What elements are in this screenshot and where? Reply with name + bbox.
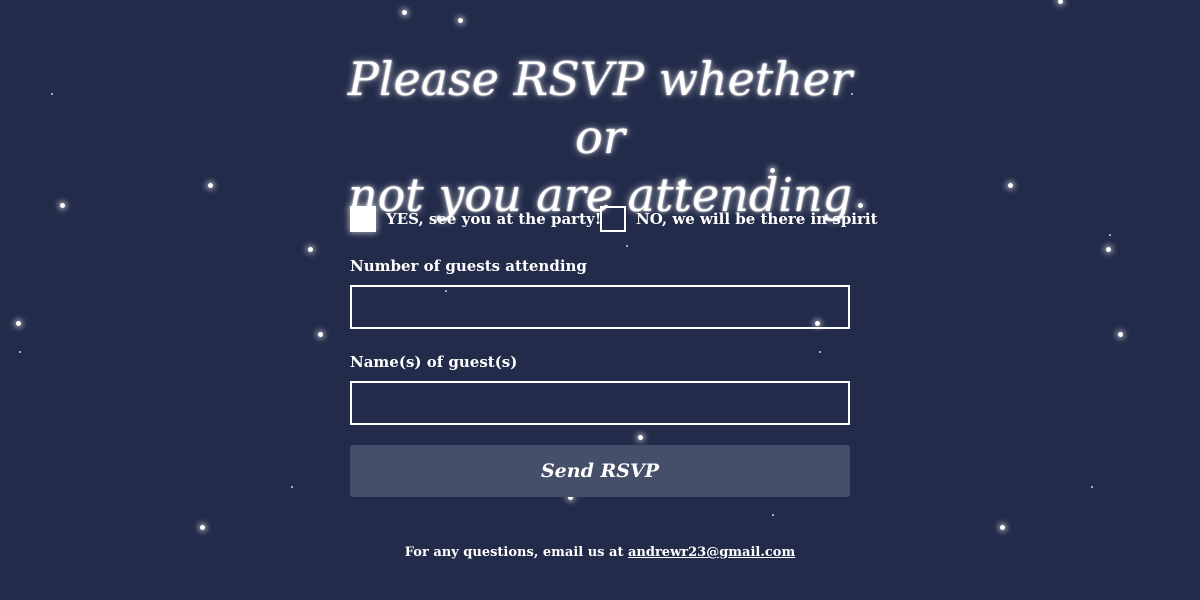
star [1106,247,1111,252]
no-checkbox[interactable] [600,206,626,232]
star [19,351,21,353]
guest-names-input[interactable] [350,381,850,425]
heading-line-1: Please RSVP whether or [347,52,853,164]
guests-count-label: Number of guests attending [350,257,587,275]
star [308,247,313,252]
star [200,525,205,530]
star [1058,0,1063,4]
guest-names-label: Name(s) of guest(s) [350,353,518,371]
star [772,514,774,516]
star [1118,332,1123,337]
yes-checkbox[interactable] [350,206,376,232]
star [51,93,53,95]
footer-text: For any questions, email us at [404,545,628,560]
yes-option[interactable]: YES, see you at the party! [350,206,601,232]
attendance-options: YES, see you at the party! NO, we will b… [350,206,878,234]
rsvp-heading: Please RSVP whether or not you are atten… [330,50,870,224]
star [402,10,407,15]
star [1008,183,1013,188]
star [291,486,293,488]
star [1000,525,1005,530]
star [1109,234,1111,236]
yes-label: YES, see you at the party! [386,210,602,228]
star [60,203,65,208]
star [638,435,643,440]
star [458,18,463,23]
footer-contact: For any questions, email us at andrewr23… [0,545,1200,560]
star [318,332,323,337]
star [208,183,213,188]
guests-count-input[interactable] [350,285,850,329]
send-rsvp-button[interactable]: Send RSVP [350,445,850,497]
star [1091,486,1093,488]
star [16,321,21,326]
star [819,351,821,353]
no-label: NO, we will be there in spirit [636,210,878,228]
star [626,245,628,247]
no-option[interactable]: NO, we will be there in spirit [600,206,878,232]
contact-email-link[interactable]: andrewr23@gmail.com [628,545,795,560]
